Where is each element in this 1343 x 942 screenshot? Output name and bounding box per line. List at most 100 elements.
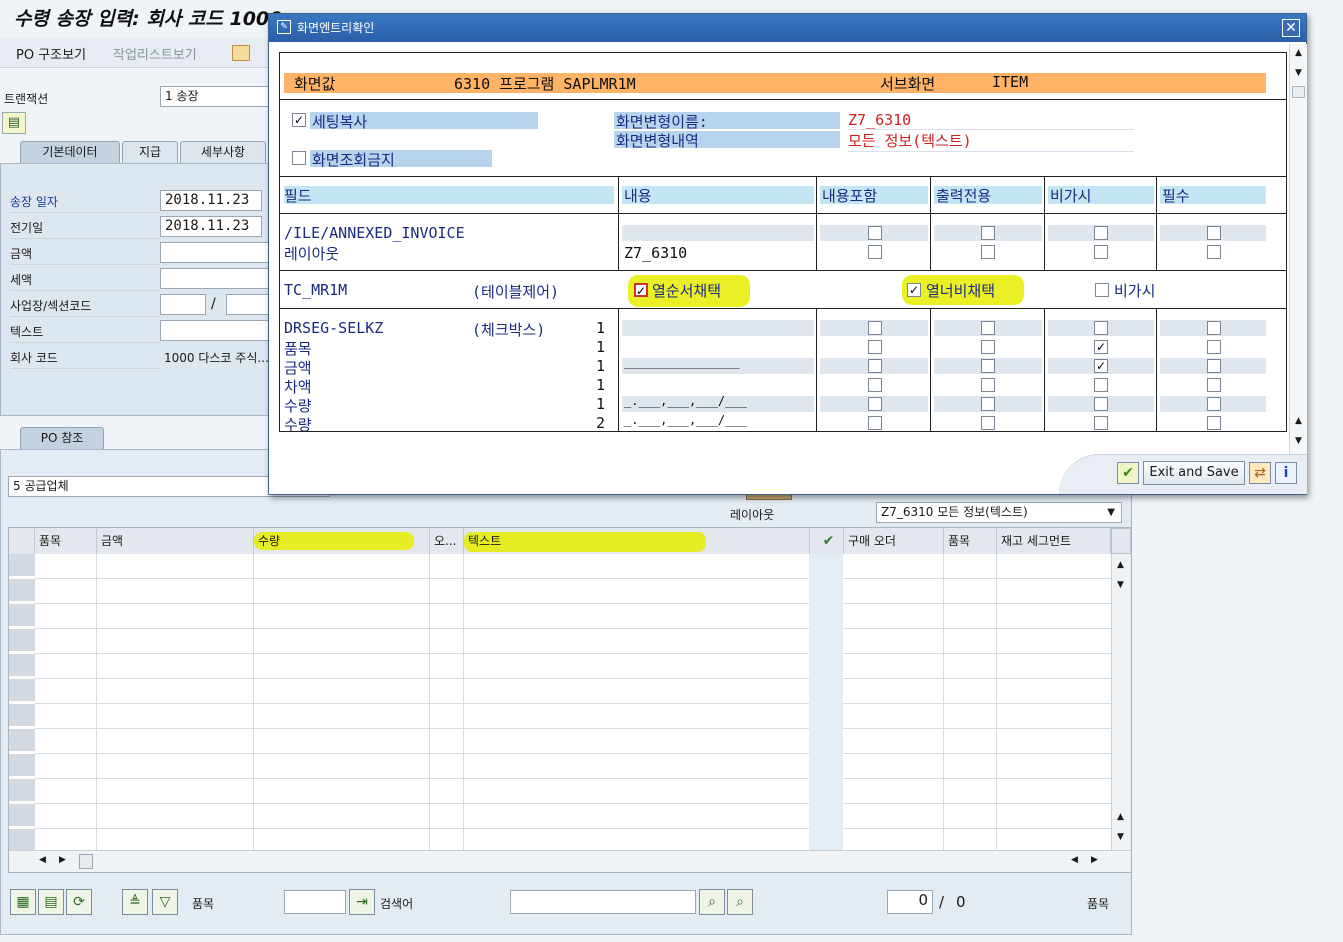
dialog-scroll-down-icon[interactable]: ▼: [1295, 68, 1302, 78]
checkbox-layout-include[interactable]: [868, 245, 882, 259]
checkbox-item-output[interactable]: [981, 340, 995, 354]
business-place-field[interactable]: [160, 294, 206, 315]
amount-field[interactable]: [160, 242, 270, 263]
checkbox-qty1-invisible[interactable]: [1094, 397, 1108, 411]
column-header-o[interactable]: 오...: [430, 528, 464, 554]
checkbox-amount-invisible[interactable]: ✓: [1094, 359, 1108, 373]
invoice-date-field[interactable]: 2018.11.23: [160, 190, 262, 211]
checkbox-amount-include[interactable]: [868, 359, 882, 373]
column-header-text[interactable]: 텍스트: [464, 528, 810, 554]
scroll-right-icon[interactable]: ▶: [59, 855, 66, 865]
tab-po-reference[interactable]: PO 참조: [20, 427, 104, 449]
checkbox-qty1-required[interactable]: [1207, 397, 1221, 411]
scroll-down-icon[interactable]: ▼: [1117, 580, 1124, 590]
checkbox-layout-required[interactable]: [1207, 245, 1221, 259]
scroll-left-icon-right[interactable]: ◀: [1071, 855, 1078, 865]
section-code-field[interactable]: [226, 294, 270, 315]
checkbox-qty2-include[interactable]: [868, 416, 882, 430]
transfer-icon[interactable]: ⇄: [1249, 462, 1271, 484]
checkbox-item-invisible[interactable]: ✓: [1094, 340, 1108, 354]
checkbox-drseg-output[interactable]: [981, 321, 995, 335]
checkbox-diff-invisible[interactable]: [1094, 378, 1108, 392]
column-header-po[interactable]: 구매 오더: [844, 528, 944, 554]
checkbox-annexed-include[interactable]: [868, 226, 882, 240]
tc-invisible-checkbox[interactable]: [1095, 283, 1109, 297]
dialog-scroll-thumb[interactable]: [1292, 86, 1305, 98]
dialog-scroll-up-icon[interactable]: ▲: [1295, 48, 1302, 58]
import-icon[interactable]: ⇥: [349, 889, 375, 915]
checkbox-annexed-invisible[interactable]: [1094, 226, 1108, 240]
confirm-check-icon[interactable]: ✔: [1117, 462, 1139, 484]
text-field[interactable]: [160, 320, 270, 341]
count-field[interactable]: 0: [887, 890, 933, 914]
checkbox-diff-include[interactable]: [868, 378, 882, 392]
checkbox-item-required[interactable]: [1207, 340, 1221, 354]
dialog-title: 화면엔트리확인: [297, 21, 375, 35]
checkbox-annexed-output[interactable]: [981, 226, 995, 240]
checkbox-diff-output[interactable]: [981, 378, 995, 392]
row-selectors[interactable]: [9, 554, 35, 850]
scroll-up-icon-bottom[interactable]: ▲: [1117, 812, 1124, 822]
column-header-item[interactable]: 품목: [35, 528, 97, 554]
tab-basic-data[interactable]: 기본데이터: [20, 141, 120, 163]
select-all-header[interactable]: [9, 528, 35, 554]
po-structure-button[interactable]: PO 구조보기: [16, 44, 86, 63]
find-icon[interactable]: ⌕: [699, 889, 725, 915]
checkbox-diff-required[interactable]: [1207, 378, 1221, 392]
checklist-icon[interactable]: ✔: [810, 528, 844, 554]
column-header-stock-segment[interactable]: 재고 세그먼트: [997, 528, 1111, 554]
checkbox-layout-output[interactable]: [981, 245, 995, 259]
posting-date-field[interactable]: 2018.11.23: [160, 216, 262, 237]
sort-ascending-icon[interactable]: ≜: [122, 889, 148, 915]
checkbox-item-include[interactable]: [868, 340, 882, 354]
dialog-scroll-up-icon-bottom[interactable]: ▲: [1295, 416, 1302, 426]
checkbox-amount-required[interactable]: [1207, 359, 1221, 373]
column-header-amount[interactable]: 금액: [97, 528, 254, 554]
refresh-icon[interactable]: ⟳: [66, 889, 92, 915]
checkbox-layout-invisible[interactable]: [1094, 245, 1108, 259]
no-display-checkbox[interactable]: [292, 151, 306, 165]
checkbox-qty2-output[interactable]: [981, 416, 995, 430]
checkbox-drseg-include[interactable]: [868, 321, 882, 335]
checkbox-qty2-invisible[interactable]: [1094, 416, 1108, 430]
vertical-scrollbar[interactable]: ▲ ▼ ▲ ▼: [1111, 554, 1131, 850]
column-order-checkbox[interactable]: ✓: [634, 283, 648, 297]
checkbox-qty1-output[interactable]: [981, 397, 995, 411]
clipboard-icon[interactable]: [232, 45, 250, 61]
checkbox-qty1-include[interactable]: [868, 397, 882, 411]
layout-select[interactable]: Z7_6310 모든 정보(텍스트) ▼: [876, 502, 1122, 523]
scroll-down-icon-bottom[interactable]: ▼: [1117, 832, 1124, 842]
checkbox-drseg-required[interactable]: [1207, 321, 1221, 335]
find-next-icon[interactable]: ⌕: [727, 889, 753, 915]
copy-settings-checkbox[interactable]: ✓: [292, 113, 306, 127]
checkbox-drseg-invisible[interactable]: [1094, 321, 1108, 335]
scroll-left-icon[interactable]: ◀: [39, 855, 46, 865]
tab-payment[interactable]: 지급: [122, 141, 178, 163]
column-header-item2[interactable]: 품목: [944, 528, 997, 554]
worklist-button[interactable]: 작업리스트보기: [113, 44, 197, 63]
transaction-select[interactable]: 1 송장: [160, 86, 270, 107]
horizontal-scrollbar[interactable]: ◀ ▶ ◀ ▶: [9, 850, 1131, 872]
info-icon[interactable]: i: [1275, 462, 1297, 484]
close-icon[interactable]: ✕: [1282, 19, 1300, 37]
dialog-scroll-down-icon-bottom[interactable]: ▼: [1295, 436, 1302, 446]
checkbox-annexed-required[interactable]: [1207, 226, 1221, 240]
scroll-right-icon-right[interactable]: ▶: [1091, 855, 1098, 865]
checkbox-qty2-required[interactable]: [1207, 416, 1221, 430]
filter-icon[interactable]: ▽: [152, 889, 178, 915]
expand-icon[interactable]: ▤: [2, 112, 26, 134]
tab-details[interactable]: 세부사항: [180, 141, 266, 163]
search-term-field[interactable]: [510, 890, 696, 914]
tax-field[interactable]: [160, 268, 270, 289]
column-settings-button[interactable]: [1111, 528, 1131, 554]
deselect-all-icon[interactable]: ▤: [38, 889, 64, 915]
column-width-checkbox[interactable]: ✓: [907, 283, 921, 297]
checkbox-amount-output[interactable]: [981, 359, 995, 373]
dialog-scrollbar[interactable]: ▲ ▼ ▲ ▼: [1289, 44, 1307, 454]
scroll-up-icon[interactable]: ▲: [1117, 560, 1124, 570]
column-header-quantity[interactable]: 수량: [254, 528, 430, 554]
item-field[interactable]: [284, 890, 346, 914]
scroll-thumb[interactable]: [79, 854, 93, 869]
select-all-icon[interactable]: ▦: [10, 889, 36, 915]
exit-and-save-button[interactable]: Exit and Save: [1143, 461, 1245, 485]
